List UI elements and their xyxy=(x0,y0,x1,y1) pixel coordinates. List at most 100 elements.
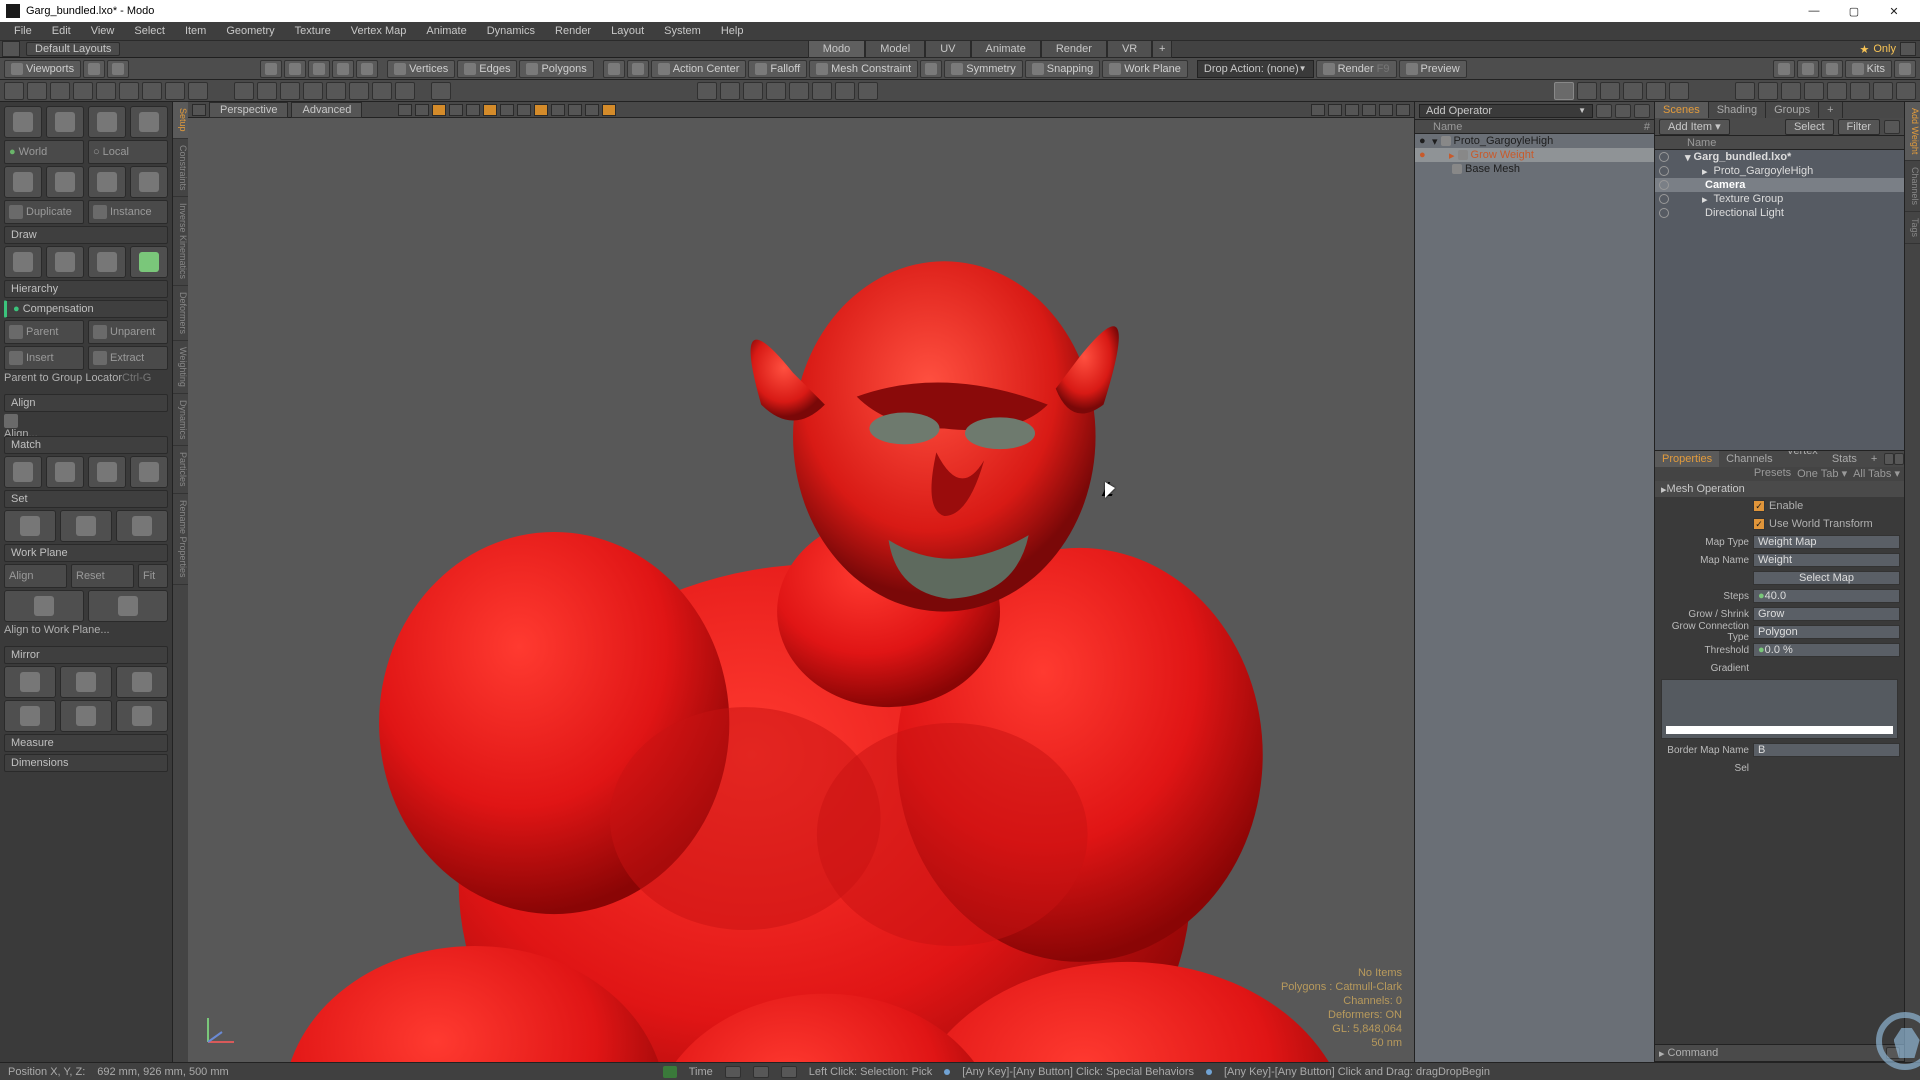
tool-a[interactable] xyxy=(4,166,42,198)
nav-icon[interactable] xyxy=(1311,104,1325,116)
dimensions-button[interactable]: Dimensions xyxy=(4,754,168,772)
menu-vertexmap[interactable]: Vertex Map xyxy=(341,22,417,40)
wp-tool[interactable] xyxy=(4,590,84,622)
panel-icon[interactable] xyxy=(1634,104,1650,118)
tool-icon[interactable] xyxy=(73,82,93,100)
tool-icon[interactable] xyxy=(234,82,254,100)
layout-tab-animate[interactable]: Animate xyxy=(971,40,1041,58)
vp-icon[interactable] xyxy=(449,104,463,116)
status-icon[interactable] xyxy=(725,1066,741,1078)
sidetab-deformers[interactable]: Deformers xyxy=(173,286,188,341)
align-to-wp-button[interactable]: Align to Work Plane... xyxy=(4,624,168,644)
nav-icon[interactable] xyxy=(1396,104,1410,116)
maximize-button[interactable]: ▢ xyxy=(1834,0,1874,22)
nav-icon[interactable] xyxy=(1362,104,1376,116)
expand-icon[interactable] xyxy=(1894,453,1904,465)
tool-icon[interactable] xyxy=(743,82,763,100)
compensation-toggle[interactable]: ● Compensation xyxy=(4,300,168,318)
draw-tool[interactable] xyxy=(130,246,168,278)
drop-action-dropdown[interactable]: Drop Action: (none)▼ xyxy=(1197,60,1314,78)
meshops-item[interactable]: Base Mesh xyxy=(1415,162,1654,176)
layout-tab-uv[interactable]: UV xyxy=(925,40,970,58)
space-world[interactable]: ●World xyxy=(4,140,84,164)
wp-tool[interactable] xyxy=(88,590,168,622)
meshops-item[interactable]: ●▸Grow Weight xyxy=(1415,148,1654,162)
align-section[interactable]: Align xyxy=(4,394,168,412)
alltabs-label[interactable]: All Tabs ▾ xyxy=(1853,467,1900,481)
layout-dropdown[interactable]: Default Layouts xyxy=(26,42,120,56)
align-menu[interactable]: Align... xyxy=(4,414,168,434)
panel-icon[interactable] xyxy=(1596,104,1612,118)
tag-icon[interactable] xyxy=(1735,82,1755,100)
menu-select[interactable]: Select xyxy=(124,22,175,40)
tool-b[interactable] xyxy=(46,166,84,198)
viewport-3d[interactable]: No Items Polygons : Catmull-Clark Channe… xyxy=(188,118,1414,1062)
scene-item[interactable]: ▸Texture Group xyxy=(1655,192,1904,206)
viewport-tab-perspective[interactable]: Perspective xyxy=(209,102,288,118)
tool-icon[interactable] xyxy=(257,82,277,100)
eye-icon[interactable] xyxy=(1659,208,1669,218)
tool-icon[interactable] xyxy=(4,82,24,100)
tool-icon[interactable] xyxy=(812,82,832,100)
maptype-dropdown[interactable]: Weight Map xyxy=(1753,535,1900,549)
status-icon[interactable] xyxy=(781,1066,797,1078)
mesh-constraint[interactable]: Mesh Constraint xyxy=(809,60,918,78)
selectmap-button[interactable]: Select Map xyxy=(1753,571,1900,585)
hierarchy-section[interactable]: Hierarchy xyxy=(4,280,168,298)
tool-icon[interactable] xyxy=(188,82,208,100)
layout-tab-modo[interactable]: Modo xyxy=(808,40,866,58)
sidetab-tags[interactable]: Tags xyxy=(1905,212,1920,244)
menu-texture[interactable]: Texture xyxy=(285,22,341,40)
manip-move[interactable] xyxy=(4,106,42,138)
sidetab-rename[interactable]: Rename Properties xyxy=(173,494,188,585)
sidetab-channels[interactable]: Channels xyxy=(1905,161,1920,212)
manip-rotate[interactable] xyxy=(46,106,84,138)
mirror-tool[interactable] xyxy=(60,666,112,698)
mapname-field[interactable]: Weight xyxy=(1753,553,1900,567)
shade-icon[interactable] xyxy=(1600,82,1620,100)
toolbar-icon[interactable] xyxy=(920,60,942,78)
threshold-field[interactable]: ● 0.0 % xyxy=(1753,643,1900,657)
mirror-tool[interactable] xyxy=(4,700,56,732)
toolbar-icon[interactable] xyxy=(83,60,105,78)
tool-icon[interactable] xyxy=(697,82,717,100)
section-mesh-operation[interactable]: ▸ Mesh Operation xyxy=(1655,481,1904,497)
wp-reset-button[interactable]: Reset xyxy=(71,564,134,588)
layout-tab-render[interactable]: Render xyxy=(1041,40,1107,58)
scene-item[interactable]: Directional Light xyxy=(1655,206,1904,220)
toolbar-icon[interactable] xyxy=(1821,60,1843,78)
toolbar-icon[interactable] xyxy=(603,60,625,78)
preview-button[interactable]: Preview xyxy=(1399,60,1467,78)
draw-tool[interactable] xyxy=(46,246,84,278)
vp-icon[interactable] xyxy=(517,104,531,116)
nav-icon[interactable] xyxy=(1328,104,1342,116)
tool-icon[interactable] xyxy=(349,82,369,100)
onetab-label[interactable]: One Tab ▾ xyxy=(1797,467,1847,481)
nav-icon[interactable] xyxy=(1379,104,1393,116)
menu-animate[interactable]: Animate xyxy=(416,22,476,40)
enable-checkbox[interactable]: ✓ xyxy=(1753,500,1765,512)
space-local[interactable]: ○Local xyxy=(88,140,168,164)
layout-tab-vr[interactable]: VR xyxy=(1107,40,1152,58)
presets-label[interactable]: Presets xyxy=(1754,467,1791,481)
tab-groups[interactable]: Groups xyxy=(1766,102,1819,118)
tab-stats[interactable]: Stats xyxy=(1825,451,1864,467)
useworld-checkbox[interactable]: ✓ xyxy=(1753,518,1765,530)
select-button[interactable]: Select xyxy=(1785,119,1834,135)
tool-icon[interactable] xyxy=(431,82,451,100)
kits-button[interactable]: Kits xyxy=(1845,60,1892,78)
set-section[interactable]: Set xyxy=(4,490,168,508)
viewport-tab-advanced[interactable]: Advanced xyxy=(291,102,362,118)
vp-icon[interactable] xyxy=(483,104,497,116)
sidetab-dynamics[interactable]: Dynamics xyxy=(173,394,188,447)
symmetry[interactable]: Symmetry xyxy=(944,60,1023,78)
tool-icon[interactable] xyxy=(96,82,116,100)
tab-add[interactable]: + xyxy=(1819,102,1842,118)
wp-align-button[interactable]: Align xyxy=(4,564,67,588)
extract-button[interactable]: Extract xyxy=(88,346,168,370)
status-icon[interactable] xyxy=(753,1066,769,1078)
measure-section[interactable]: Measure xyxy=(4,734,168,752)
toolbar-icon[interactable] xyxy=(1894,60,1916,78)
expand-icon[interactable] xyxy=(1886,1047,1900,1059)
shade-icon[interactable] xyxy=(1623,82,1643,100)
